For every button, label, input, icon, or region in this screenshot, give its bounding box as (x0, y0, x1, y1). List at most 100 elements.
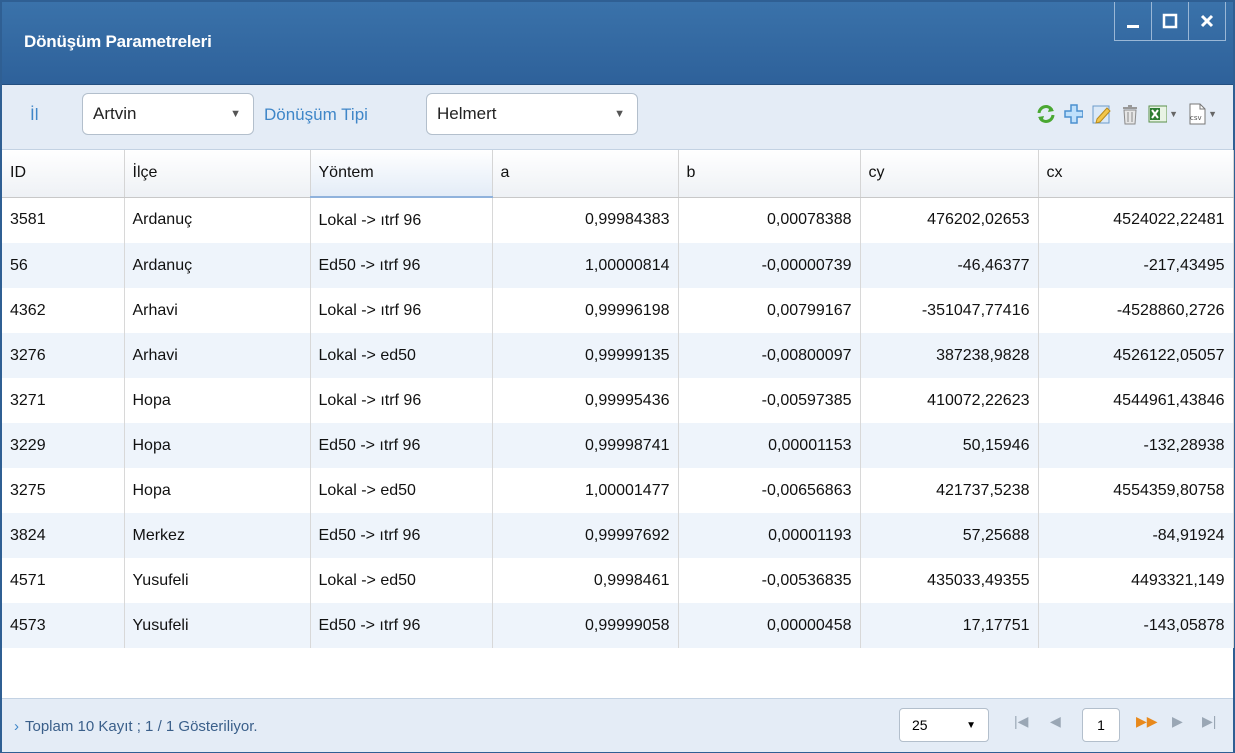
add-button[interactable] (1063, 103, 1084, 125)
cell-district: Hopa (124, 423, 311, 468)
cell-district: Ardanuç (124, 243, 311, 288)
cell-b: -0,00656863 (678, 468, 861, 513)
cell-cx: -143,05878 (1038, 603, 1234, 648)
table-row[interactable]: 3271 Hopa Lokal -> ıtrf 96 0,99995436 -0,005… (2, 378, 1234, 423)
transformation-parameters-window: Dönüşüm Parametreleri İl Artvin ▼ Dönüşü… (0, 0, 1235, 753)
column-header-district[interactable]: İlçe (124, 150, 311, 198)
cell-a: 0,99995436 (492, 378, 679, 423)
cell-a: 0,99999058 (492, 603, 679, 648)
close-icon (1200, 14, 1214, 28)
cell-method: Lokal -> ıtrf 96 (310, 378, 493, 423)
paging-toolbar: › Toplam 10 Kayıt ; 1 / 1 Gösteriliyor. 2… (2, 698, 1233, 752)
cell-id: 3229 (2, 423, 125, 468)
cell-cy: -46,46377 (860, 243, 1039, 288)
cell-a: 0,99996198 (492, 288, 679, 333)
table-body: 3581 Ardanuç Lokal -> ıtrf 96 0,99984383 0,0… (2, 197, 1234, 648)
table-row[interactable]: 3275 Hopa Lokal -> ed50 1,00001477 -0,006568… (2, 468, 1234, 513)
edit-button[interactable] (1091, 103, 1111, 125)
cell-id: 3581 (2, 197, 125, 243)
table-header-row: ID İlçe Yöntem a b cy cx (2, 150, 1234, 198)
cell-cy: 387238,9828 (860, 333, 1039, 378)
table-row[interactable]: 3824 Merkez Ed50 -> ıtrf 96 0,99997692 0,000… (2, 513, 1234, 558)
cell-b: -0,00536835 (678, 558, 861, 603)
chevron-right-icon: › (14, 718, 19, 735)
cell-district: Yusufeli (124, 603, 311, 648)
cell-a: 0,9998461 (492, 558, 679, 603)
province-label: İl (30, 105, 39, 124)
cell-cx: 4526122,05057 (1038, 333, 1234, 378)
cell-a: 0,99998741 (492, 423, 679, 468)
table-row[interactable]: 3581 Ardanuç Lokal -> ıtrf 96 0,99984383 0,0… (2, 197, 1234, 243)
cell-district: Ardanuç (124, 197, 311, 243)
table-row[interactable]: 4573 Yusufeli Ed50 -> ıtrf 96 0,99999058 0,0… (2, 603, 1234, 648)
cell-district: Merkez (124, 513, 311, 558)
cell-b: -0,00800097 (678, 333, 861, 378)
cell-district: Hopa (124, 468, 311, 513)
edit-icon (1092, 105, 1111, 124)
transformation-type-label: Dönüşüm Tipi (264, 105, 368, 124)
maximize-button[interactable] (1151, 2, 1188, 40)
cell-cx: 4493321,149 (1038, 558, 1234, 603)
column-header-b[interactable]: b (678, 150, 861, 198)
cell-method: Ed50 -> ıtrf 96 (310, 423, 493, 468)
cell-b: -0,00597385 (678, 378, 861, 423)
province-value: Artvin (93, 104, 137, 123)
cell-cy: 57,25688 (860, 513, 1039, 558)
column-header-id[interactable]: ID (2, 150, 125, 198)
cell-id: 4571 (2, 558, 125, 603)
table-row[interactable]: 4571 Yusufeli Lokal -> ed50 0,9998461 -0,005… (2, 558, 1234, 603)
chevron-down-icon[interactable]: ▼ (1208, 109, 1217, 119)
cell-cx: 4554359,80758 (1038, 468, 1234, 513)
table-row[interactable]: 4362 Arhavi Lokal -> ıtrf 96 0,99996198 0,00… (2, 288, 1234, 333)
column-header-cy[interactable]: cy (860, 150, 1039, 198)
cell-id: 3275 (2, 468, 125, 513)
excel-export-button[interactable] (1147, 103, 1168, 125)
cell-method: Ed50 -> ıtrf 96 (310, 243, 493, 288)
column-header-cx[interactable]: cx (1038, 150, 1234, 198)
cell-cy: 410072,22623 (860, 378, 1039, 423)
cell-district: Hopa (124, 378, 311, 423)
title-bar[interactable]: Dönüşüm Parametreleri (2, 2, 1233, 85)
page-size-value: 25 (912, 717, 928, 733)
cell-b: 0,00799167 (678, 288, 861, 333)
last-page-icon[interactable]: ▶| (1202, 713, 1216, 730)
cell-a: 0,99997692 (492, 513, 679, 558)
page-number-input[interactable]: 1 (1082, 708, 1120, 742)
chevron-down-icon: ▼ (230, 108, 241, 120)
province-select[interactable]: Artvin ▼ (82, 93, 254, 135)
cell-a: 0,99999135 (492, 333, 679, 378)
cell-cy: 435033,49355 (860, 558, 1039, 603)
table-row[interactable]: 3276 Arhavi Lokal -> ed50 0,99999135 -0,0080… (2, 333, 1234, 378)
cell-a: 0,99984383 (492, 197, 679, 243)
table-row[interactable]: 3229 Hopa Ed50 -> ıtrf 96 0,99998741 0,00001… (2, 423, 1234, 468)
cell-id: 4573 (2, 603, 125, 648)
window-controls (1114, 2, 1226, 41)
chevron-down-icon: ▼ (966, 720, 976, 731)
page-size-select[interactable]: 25 ▼ (899, 708, 989, 742)
close-button[interactable] (1188, 2, 1225, 40)
column-header-a[interactable]: a (492, 150, 679, 198)
refresh-button[interactable] (1035, 103, 1055, 125)
minimize-button[interactable] (1115, 2, 1151, 40)
delete-button[interactable] (1119, 103, 1139, 125)
parameters-grid: ID İlçe Yöntem a b cy cx 3581 Ardanuç Loka… (2, 150, 1234, 648)
cell-cx: -132,28938 (1038, 423, 1234, 468)
cell-method: Lokal -> ed50 (310, 468, 493, 513)
filter-toolbar: İl Artvin ▼ Dönüşüm Tipi Helmert ▼ ▼ csv… (2, 85, 1233, 150)
column-header-method[interactable]: Yöntem (310, 150, 493, 198)
next-page-icon[interactable]: ▶ (1172, 713, 1183, 730)
csv-export-button[interactable]: csv (1186, 103, 1206, 125)
cell-method: Lokal -> ıtrf 96 (310, 288, 493, 333)
record-status: › Toplam 10 Kayıt ; 1 / 1 Gösteriliyor. (14, 718, 258, 735)
first-page-icon[interactable]: |◀ (1014, 713, 1028, 730)
table-row[interactable]: 56 Ardanuç Ed50 -> ıtrf 96 1,00000814 -0,000… (2, 243, 1234, 288)
chevron-down-icon[interactable]: ▼ (1169, 109, 1178, 119)
cell-method: Ed50 -> ıtrf 96 (310, 603, 493, 648)
window-title: Dönüşüm Parametreleri (24, 32, 212, 51)
previous-page-icon[interactable]: ◀ (1050, 713, 1061, 730)
transformation-type-select[interactable]: Helmert ▼ (426, 93, 638, 135)
cell-cx: 4524022,22481 (1038, 197, 1234, 243)
refresh-page-icon[interactable]: ▶▶ (1136, 713, 1158, 730)
svg-text:csv: csv (1190, 114, 1202, 122)
parameters-table: ID İlçe Yöntem a b cy cx 3581 Ardanuç Loka… (2, 150, 1234, 648)
